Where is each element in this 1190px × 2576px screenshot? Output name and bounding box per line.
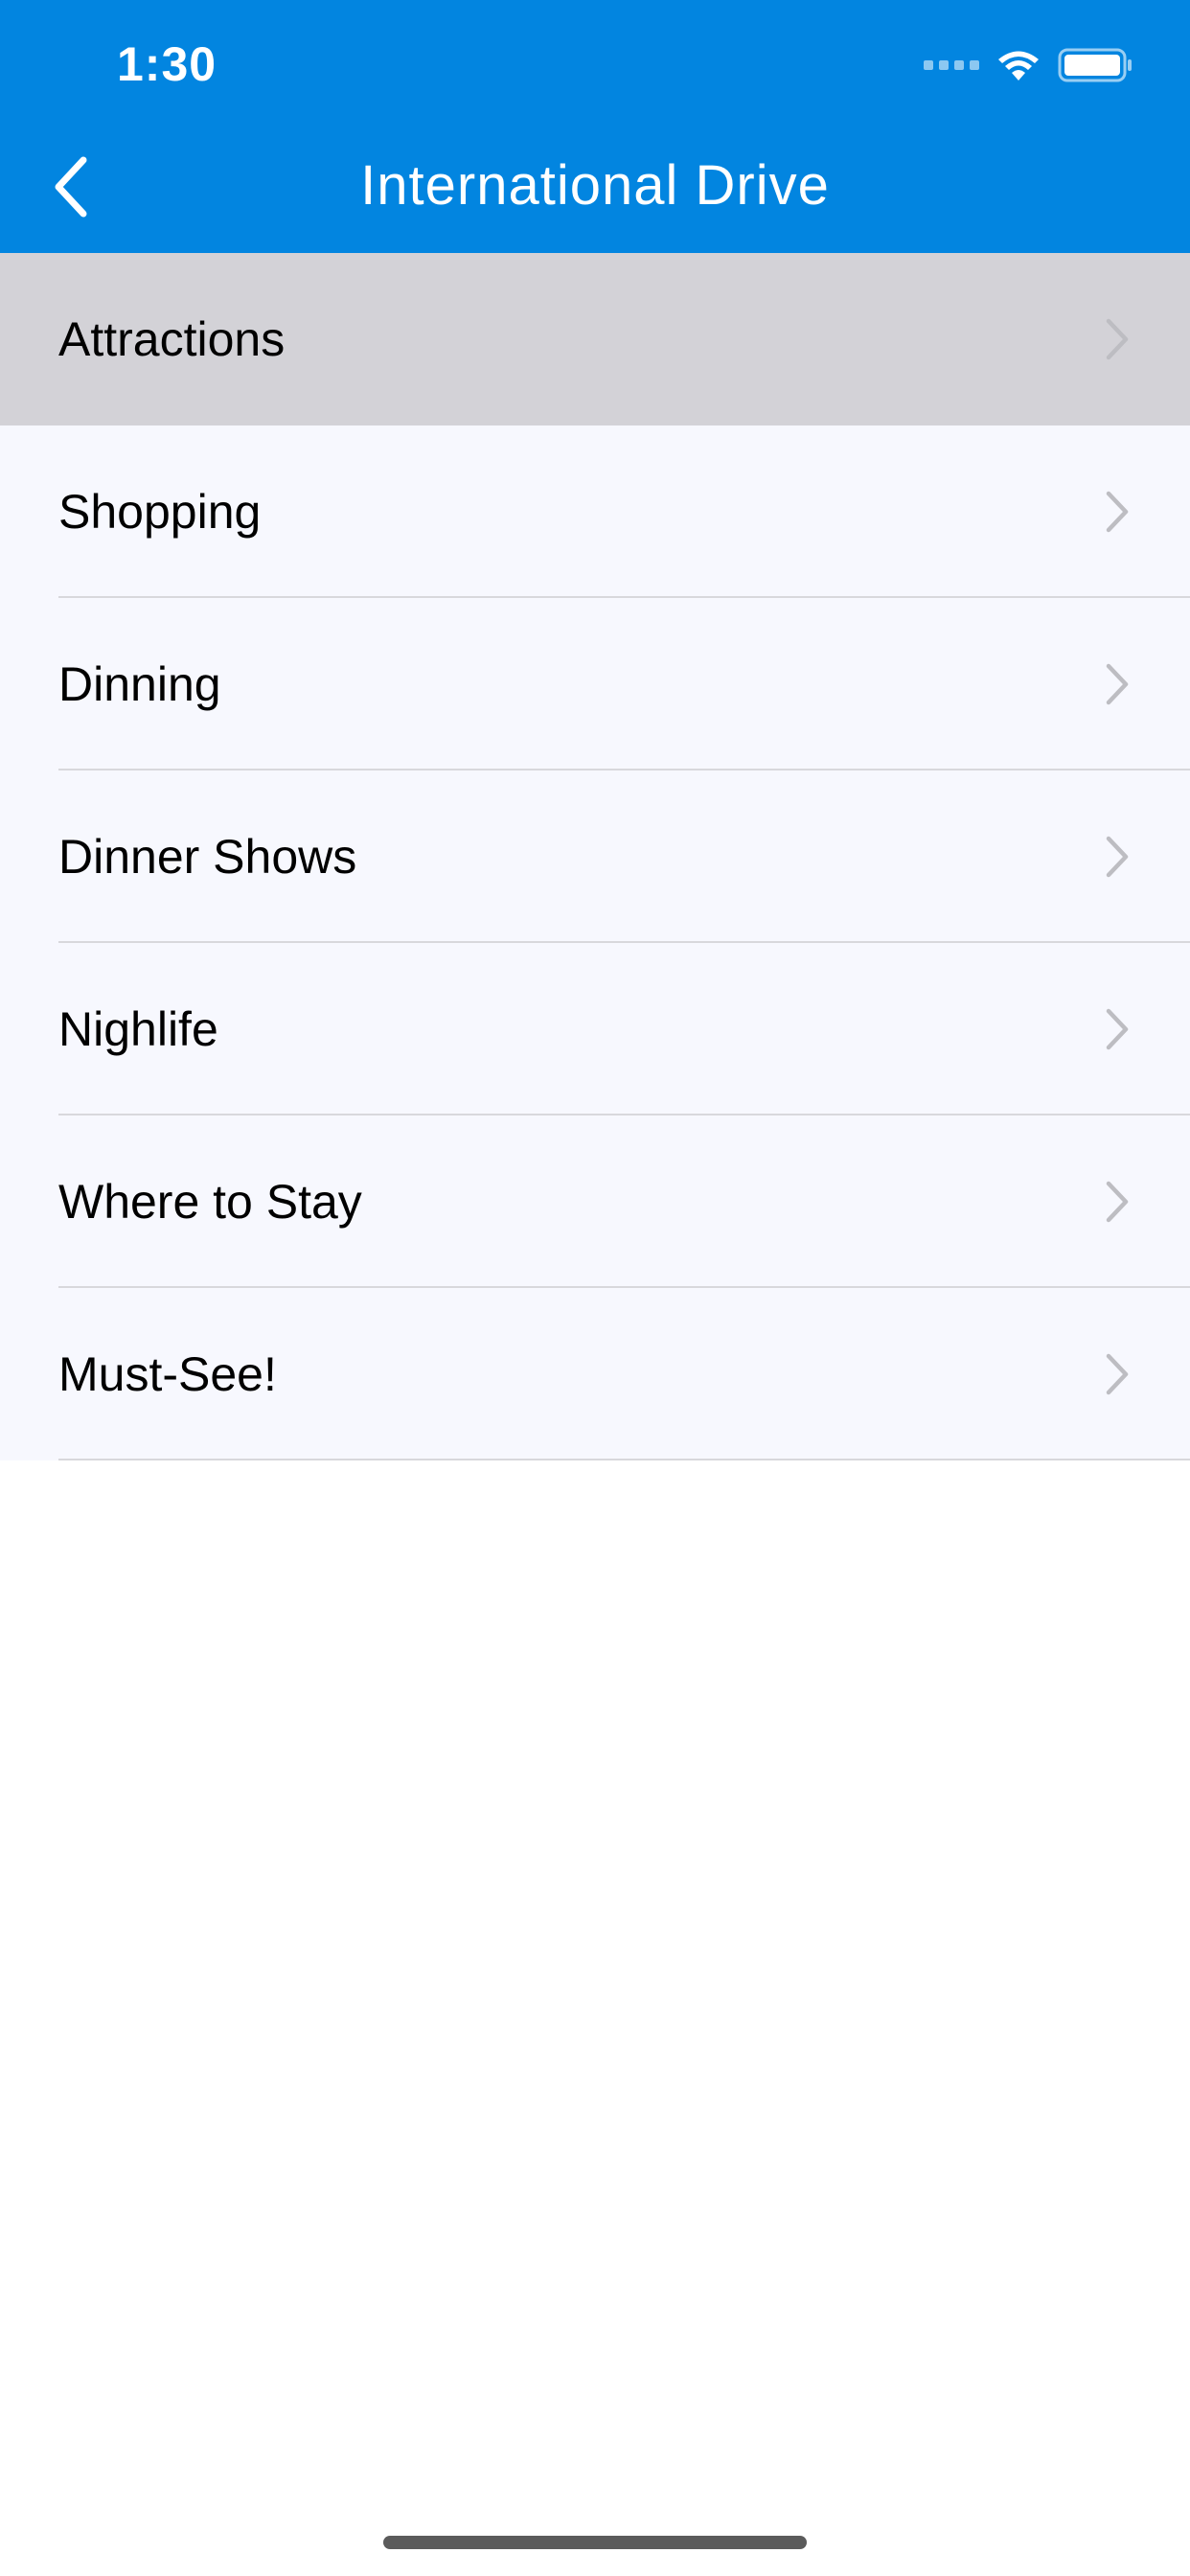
chevron-right-icon bbox=[1106, 318, 1129, 360]
chevron-right-icon bbox=[1106, 836, 1129, 878]
list-item-label: Attractions bbox=[58, 312, 286, 366]
list-item-dinner-shows[interactable]: Dinner Shows bbox=[0, 770, 1190, 943]
list-item-dinning[interactable]: Dinning bbox=[0, 598, 1190, 770]
list-item-nightlife[interactable]: Nighlife bbox=[0, 943, 1190, 1116]
navigation-header: 1:30 International Drive bbox=[0, 0, 1190, 253]
list-item-label: Nighlife bbox=[58, 1002, 218, 1056]
list-item-label: Shopping bbox=[58, 485, 262, 539]
list-item-label: Dinner Shows bbox=[58, 830, 357, 884]
page-title: International Drive bbox=[360, 154, 830, 217]
wifi-icon bbox=[998, 51, 1039, 80]
chevron-right-icon bbox=[1106, 1181, 1129, 1223]
status-icons bbox=[924, 46, 1134, 84]
list-item-shopping[interactable]: Shopping bbox=[0, 426, 1190, 598]
chevron-right-icon bbox=[1106, 663, 1129, 705]
row-separator bbox=[58, 1459, 1190, 1460]
status-time: 1:30 bbox=[117, 37, 217, 91]
list-item-label: Must-See! bbox=[58, 1347, 277, 1401]
list-item-must-see[interactable]: Must-See! bbox=[0, 1288, 1190, 1460]
battery-icon bbox=[1058, 48, 1132, 82]
list-item-label: Where to Stay bbox=[58, 1175, 362, 1229]
home-indicator[interactable] bbox=[383, 2536, 807, 2549]
chevron-right-icon bbox=[1106, 1353, 1129, 1395]
list-item-attractions[interactable]: Attractions bbox=[0, 253, 1190, 426]
chevron-right-icon bbox=[1106, 491, 1129, 533]
menu-list: Attractions Shopping Dinning Dinner Show… bbox=[0, 253, 1190, 1460]
signal-dots-icon bbox=[924, 60, 979, 70]
list-item-where-to-stay[interactable]: Where to Stay bbox=[0, 1116, 1190, 1288]
list-item-label: Dinning bbox=[58, 657, 221, 711]
chevron-right-icon bbox=[1106, 1008, 1129, 1050]
